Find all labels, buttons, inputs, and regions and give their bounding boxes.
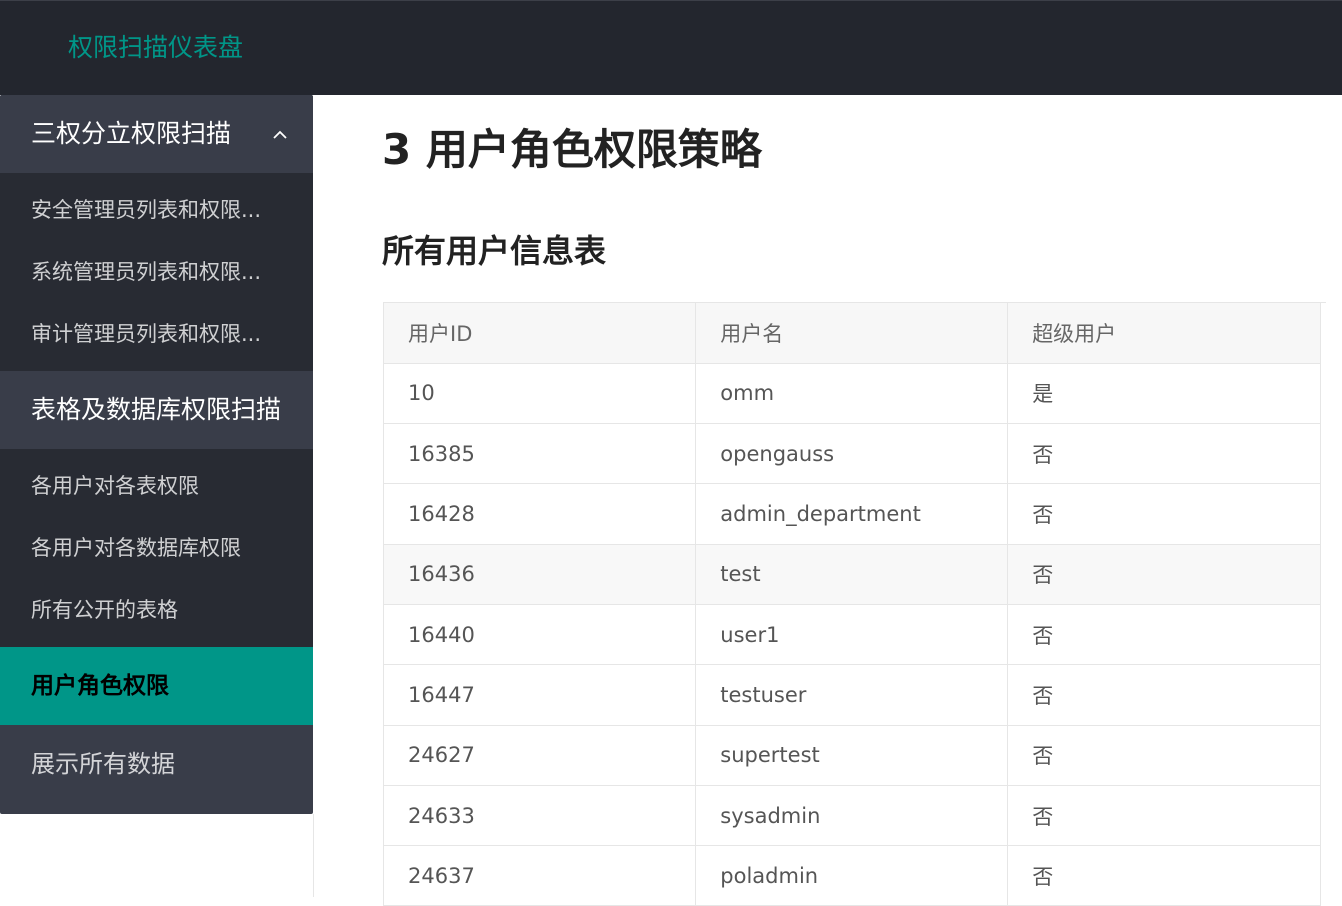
sidebar-item-user-table-permissions[interactable]: 各用户对各表权限 — [0, 455, 313, 517]
cell-user-id: 16385 — [384, 423, 697, 485]
table-row[interactable]: 10 omm 是 — [384, 363, 1321, 425]
cell-user-id: 16447 — [384, 664, 697, 726]
cell-user-id: 24627 — [384, 725, 697, 786]
content-divider — [313, 814, 314, 897]
users-table-container: 用户ID 用户名 超级用户 10 omm 是 16385 opengauss 否… — [383, 302, 1326, 906]
sidebar-item-audit-admins[interactable]: 审计管理员列表和权限... — [0, 303, 313, 365]
table-row[interactable]: 16436 test 否 — [384, 544, 1321, 605]
sidebar-submenu-table-db-permissions: 各用户对各表权限 各用户对各数据库权限 所有公开的表格 — [0, 449, 313, 647]
app-brand-title[interactable]: 权限扫描仪表盘 — [68, 31, 243, 65]
page-title: 3 用户角色权限策略 — [382, 125, 762, 174]
sidebar-nav: 三权分立权限扫描 安全管理员列表和权限... 系统管理员列表和权限... 审计管… — [0, 95, 313, 814]
table-header-row: 用户ID 用户名 超级用户 — [384, 303, 1321, 364]
sidebar-item-user-db-permissions[interactable]: 各用户对各数据库权限 — [0, 517, 313, 579]
sidebar-item-public-tables[interactable]: 所有公开的表格 — [0, 579, 313, 641]
sidebar-item-security-admins[interactable]: 安全管理员列表和权限... — [0, 179, 313, 241]
column-header-user-id[interactable]: 用户ID — [384, 303, 697, 364]
sidebar-group-table-db-permissions[interactable]: 表格及数据库权限扫描 — [0, 371, 313, 449]
section-title: 所有用户信息表 — [382, 232, 607, 270]
cell-superuser: 否 — [1007, 725, 1321, 786]
cell-username: testuser — [695, 664, 1009, 726]
cell-username: admin_department — [695, 483, 1009, 545]
sidebar-group-separation-of-powers[interactable]: 三权分立权限扫描 — [0, 95, 313, 173]
cell-user-id: 10 — [384, 363, 697, 425]
table-row[interactable]: 24633 sysadmin 否 — [384, 785, 1321, 847]
table-scroll-edge[interactable] — [1320, 303, 1326, 906]
column-header-username[interactable]: 用户名 — [695, 303, 1009, 364]
cell-username: opengauss — [695, 423, 1009, 485]
sidebar-item-show-all-data[interactable]: 展示所有数据 — [0, 725, 313, 803]
cell-user-id: 16428 — [384, 483, 697, 545]
cell-user-id: 16440 — [384, 604, 697, 666]
cell-username: test — [695, 544, 1009, 605]
sidebar-item-system-admins[interactable]: 系统管理员列表和权限... — [0, 241, 313, 303]
cell-superuser: 否 — [1007, 785, 1321, 847]
column-header-superuser[interactable]: 超级用户 — [1007, 303, 1321, 364]
cell-username: sysadmin — [695, 785, 1009, 847]
cell-superuser: 否 — [1007, 664, 1321, 726]
cell-superuser: 否 — [1007, 544, 1321, 605]
top-navbar: 权限扫描仪表盘 — [0, 0, 1342, 95]
cell-username: omm — [695, 363, 1009, 425]
cell-username: user1 — [695, 604, 1009, 666]
table-row[interactable]: 16440 user1 否 — [384, 604, 1321, 666]
table-row[interactable]: 16385 opengauss 否 — [384, 423, 1321, 485]
cell-superuser: 否 — [1007, 423, 1321, 485]
cell-superuser: 是 — [1007, 363, 1321, 425]
sidebar-group-label: 表格及数据库权限扫描 — [31, 395, 282, 424]
sidebar-group-label: 三权分立权限扫描 — [31, 119, 232, 148]
chevron-up-icon — [273, 130, 287, 139]
cell-superuser: 否 — [1007, 604, 1321, 666]
table-row[interactable]: 16428 admin_department 否 — [384, 483, 1321, 545]
cell-user-id: 24633 — [384, 785, 697, 847]
table-row[interactable]: 16447 testuser 否 — [384, 664, 1321, 726]
table-row[interactable]: 24627 supertest 否 — [384, 725, 1321, 786]
users-table: 用户ID 用户名 超级用户 10 omm 是 16385 opengauss 否… — [384, 303, 1321, 906]
sidebar-submenu-separation-of-powers: 安全管理员列表和权限... 系统管理员列表和权限... 审计管理员列表和权限..… — [0, 173, 313, 371]
cell-user-id: 16436 — [384, 544, 697, 605]
sidebar-item-user-role-permissions[interactable]: 用户角色权限 — [0, 647, 313, 725]
cell-username: supertest — [695, 725, 1009, 786]
cell-superuser: 否 — [1007, 483, 1321, 545]
